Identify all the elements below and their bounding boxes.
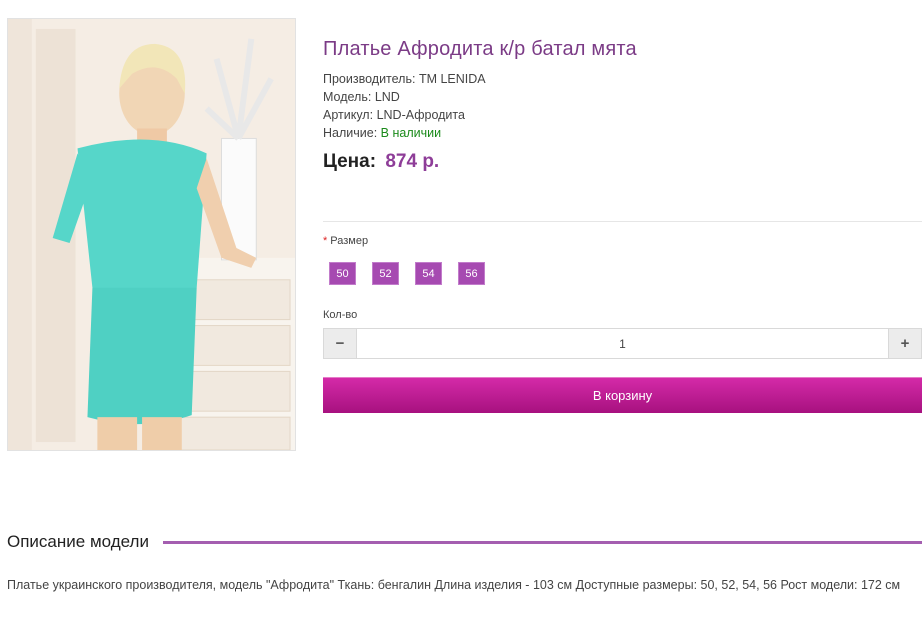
size-option-54[interactable]: 54	[415, 262, 442, 285]
quantity-label: Кол-во	[323, 309, 358, 321]
manufacturer-label: Производитель:	[323, 72, 416, 86]
sku-label: Артикул:	[323, 108, 374, 122]
product-title: Платье Афродита к/р батал мята	[323, 38, 637, 60]
quantity-increase-button[interactable]: +	[889, 329, 921, 358]
size-options: 50 52 54 56	[329, 262, 485, 285]
size-option-52[interactable]: 52	[372, 262, 399, 285]
price-row: Цена: 874 р.	[323, 150, 922, 174]
size-option-56[interactable]: 56	[458, 262, 485, 285]
product-photo-illustration	[8, 19, 295, 450]
product-meta: Производитель: TM LENIDA Модель: LND Арт…	[323, 70, 922, 142]
sku-value: LND-Афродита	[376, 108, 465, 122]
description-heading: Описание модели	[7, 532, 149, 551]
manufacturer-value: TM LENIDA	[418, 72, 486, 86]
description-text: Платье украинского производителя, модель…	[7, 578, 901, 592]
quantity-decrease-button[interactable]: −	[324, 329, 356, 358]
availability-label: Наличие:	[323, 126, 378, 140]
size-option-50[interactable]: 50	[329, 262, 356, 285]
availability-status: В наличии	[380, 126, 442, 140]
model-label: Модель:	[323, 90, 372, 104]
product-image[interactable]	[7, 18, 296, 451]
price-value: 874 р.	[385, 151, 440, 172]
quantity-stepper: − +	[323, 328, 922, 359]
model-value: LND	[374, 90, 400, 104]
add-to-cart-button[interactable]: В корзину	[323, 377, 922, 413]
model-row: Модель: LND	[323, 88, 922, 106]
required-mark: *	[323, 235, 328, 247]
size-label-text: Размер	[330, 235, 369, 247]
availability-row: Наличие: В наличии	[323, 124, 922, 142]
manufacturer-row: Производитель: TM LENIDA	[323, 70, 922, 88]
options-divider	[323, 221, 922, 222]
quantity-input[interactable]	[356, 329, 889, 358]
product-info: Платье Афродита к/р батал мята Производи…	[323, 36, 922, 174]
price-label: Цена:	[323, 151, 377, 172]
description-heading-rule	[162, 540, 922, 544]
description-header: Описание модели	[7, 531, 922, 553]
sku-row: Артикул: LND-Афродита	[323, 106, 922, 124]
size-option-label: * Размер	[323, 235, 368, 247]
